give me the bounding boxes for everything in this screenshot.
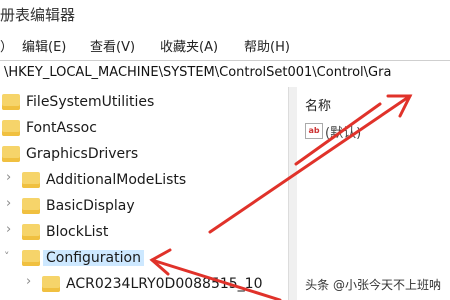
tree-item-label: GraphicsDrivers — [26, 146, 139, 162]
folder-icon — [22, 224, 40, 240]
folder-icon — [22, 172, 40, 188]
window-title: 册表编辑器 — [0, 6, 76, 24]
menu-favorites[interactable]: 收藏夹(A) — [160, 36, 218, 55]
column-header-name[interactable]: 名称 — [305, 95, 331, 114]
chevron-right-icon[interactable]: › — [26, 274, 31, 289]
tree-item-label: FontAssoc — [26, 120, 97, 136]
folder-icon — [2, 120, 20, 136]
chevron-right-icon[interactable]: › — [6, 170, 11, 185]
menu-view[interactable]: 查看(V) — [90, 36, 135, 55]
string-value-icon: ab — [305, 123, 323, 139]
chevron-right-icon[interactable]: › — [6, 222, 11, 237]
title-bar: 册表编辑器 — [0, 0, 450, 28]
chevron-right-icon[interactable]: › — [6, 196, 11, 211]
address-path[interactable]: \HKEY_LOCAL_MACHINE\SYSTEM\ControlSet001… — [4, 65, 391, 80]
folder-icon — [2, 94, 20, 110]
menu-help[interactable]: 帮助(H) — [244, 36, 290, 55]
values-pane: 名称 ab (默认) — [297, 87, 450, 300]
tree-item-label: FileSystemUtilities — [26, 94, 155, 110]
default-value-name[interactable]: (默认) — [325, 122, 361, 141]
menu-bar: ） 编辑(E) 查看(V) 收藏夹(A) 帮助(H) — [0, 34, 450, 56]
menu-edit[interactable]: 编辑(E) — [22, 36, 66, 55]
tree-item-label: BlockList — [46, 224, 109, 240]
menu-file[interactable]: ） — [0, 36, 13, 55]
folder-icon — [22, 198, 40, 214]
address-bar[interactable]: \HKEY_LOCAL_MACHINE\SYSTEM\ControlSet001… — [0, 60, 450, 88]
tree-item-label: ACR0234LRY0D0088515_10 — [66, 276, 263, 292]
tree-item-label: BasicDisplay — [46, 198, 135, 214]
watermark: 头条 @小张今天不上班呐 — [302, 275, 444, 294]
folder-icon — [22, 250, 40, 266]
folder-icon — [2, 146, 20, 162]
chevron-down-icon[interactable]: ˅ — [4, 250, 10, 263]
registry-tree: FileSystemUtilities FontAssoc GraphicsDr… — [0, 87, 288, 300]
folder-icon — [42, 276, 60, 292]
tree-item-label: Configuration — [43, 250, 144, 266]
tree-item-label: AdditionalModeLists — [46, 172, 187, 188]
